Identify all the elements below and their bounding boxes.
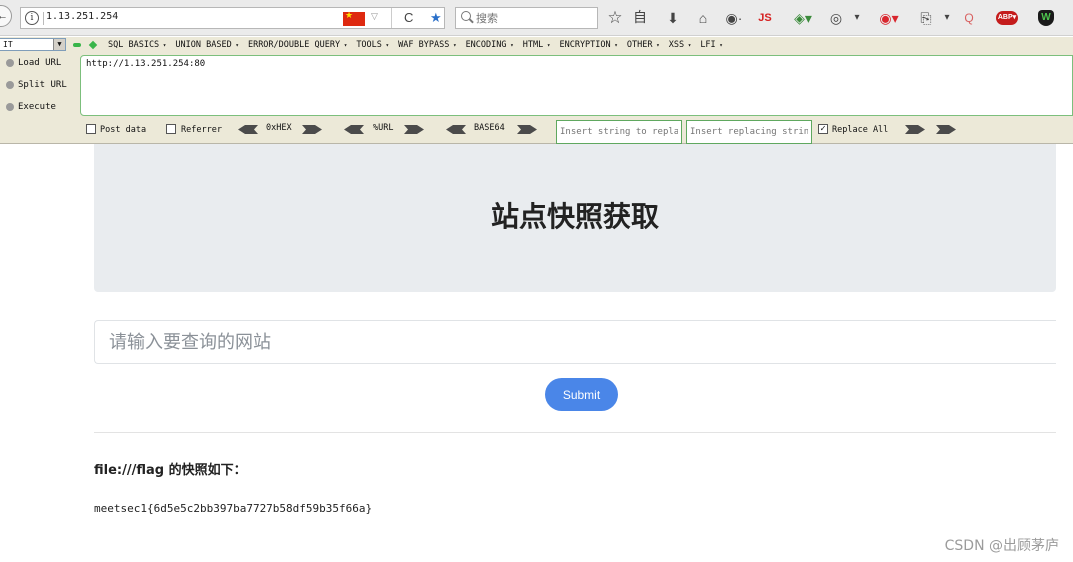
menu-xss[interactable]: XSS: [669, 37, 692, 54]
split-url-button[interactable]: Split URL: [6, 78, 67, 92]
referrer-label: Referrer: [181, 125, 222, 135]
download-icon[interactable]: ⬇: [665, 9, 681, 27]
search-icon: [461, 11, 471, 21]
back-icon[interactable]: ←: [0, 5, 12, 27]
url-encode-label: %URL: [373, 123, 394, 133]
hackbar-menu-items: SQL BASICS UNION BASED ERROR/DOUBLE QUER…: [108, 37, 723, 54]
replace-all-label: Replace All: [832, 125, 889, 135]
menu-other[interactable]: OTHER: [627, 37, 660, 54]
addon-icon[interactable]: ◈▾: [789, 9, 817, 27]
hackbar-panel: IT ▼ SQL BASICS UNION BASED ERROR/DOUBLE…: [0, 37, 1073, 144]
referrer-checkbox[interactable]: [166, 124, 176, 134]
result-heading: file:///flag 的快照如下：: [94, 463, 247, 478]
post-data-checkbox[interactable]: [86, 124, 96, 134]
dropdown-icon[interactable]: ▾: [852, 9, 862, 27]
menu-lfi[interactable]: LFI: [700, 37, 723, 54]
load-url-icon: [6, 59, 14, 67]
bookmark-star-icon[interactable]: ★: [430, 10, 442, 26]
menu-error-double-query[interactable]: ERROR/DOUBLE QUERY: [248, 37, 347, 54]
hackbar-options: Post data Referrer 0xHEX %URL BASE64 ✓ R…: [0, 120, 1073, 144]
header-panel: 站点快照获取: [94, 144, 1056, 292]
replace-string-input[interactable]: [556, 120, 682, 144]
zoom-icon[interactable]: Q: [962, 9, 976, 27]
page-title: 站点快照获取: [490, 200, 659, 233]
hex-encode-arrow-icon[interactable]: [302, 125, 322, 134]
menu-sql-basics[interactable]: SQL BASICS: [108, 37, 166, 54]
split-url-label: Split URL: [18, 80, 67, 90]
home-icon[interactable]: ⌂: [695, 9, 711, 27]
palette-icon[interactable]: ◎: [828, 9, 844, 27]
dropdown-icon[interactable]: ▾: [942, 9, 952, 27]
browser-toolbar: ← i 1.13.251.254 ▽ C ★ ☆ 自 ⬇ ⌂ ◉· JS ◈▾ …: [0, 0, 1073, 36]
menu-union-based[interactable]: UNION BASED: [175, 37, 239, 54]
chevron-down-icon[interactable]: ▼: [53, 39, 65, 50]
hackbar-menu: IT ▼ SQL BASICS UNION BASED ERROR/DOUBLE…: [0, 37, 1073, 53]
china-flag-icon: [343, 10, 365, 26]
address-bar-divider: [43, 12, 44, 25]
js-icon[interactable]: JS: [756, 9, 774, 27]
result-content: meetsec1{6d5e5c2bb397ba7727b58df59b35f66…: [94, 502, 373, 515]
address-bar[interactable]: i 1.13.251.254 ▽ C: [20, 7, 445, 29]
bookmarks-list-icon[interactable]: 自: [632, 9, 648, 27]
replace-all-checkbox[interactable]: ✓: [818, 124, 828, 134]
base64-label: BASE64: [474, 123, 505, 133]
search-input[interactable]: [476, 10, 591, 26]
fire-icon[interactable]: ◉▾: [876, 9, 902, 27]
execute-icon: [6, 103, 14, 111]
info-icon[interactable]: i: [25, 11, 39, 25]
url-decode-arrow-icon[interactable]: [344, 125, 364, 134]
minus-icon[interactable]: [73, 43, 81, 47]
url-history-dropdown-icon[interactable]: ▽: [371, 11, 378, 22]
post-data-label: Post data: [100, 125, 147, 135]
search-bar[interactable]: [455, 7, 598, 29]
base64-decode-arrow-icon[interactable]: [446, 125, 466, 134]
replace-arrow-icon[interactable]: [905, 125, 925, 134]
globe-icon[interactable]: ◉·: [722, 9, 746, 27]
url-encode-arrow-icon[interactable]: [404, 125, 424, 134]
star-bookmark-icon[interactable]: ☆: [606, 9, 624, 27]
address-url[interactable]: 1.13.251.254: [46, 11, 118, 22]
hackbar-mode-select[interactable]: IT ▼: [0, 38, 66, 51]
menu-waf-bypass[interactable]: WAF BYPASS: [398, 37, 456, 54]
adblock-icon[interactable]: ABP▾: [996, 11, 1018, 25]
submit-button[interactable]: Submit: [545, 378, 618, 411]
hex-label: 0xHEX: [266, 123, 292, 133]
load-url-button[interactable]: Load URL: [6, 56, 62, 70]
shield-icon[interactable]: W: [1038, 10, 1054, 26]
execute-label: Execute: [18, 102, 56, 112]
load-url-label: Load URL: [18, 58, 62, 68]
menu-encryption[interactable]: ENCRYPTION: [559, 37, 617, 54]
menu-html[interactable]: HTML: [523, 37, 551, 54]
site-url-input[interactable]: [94, 320, 1056, 364]
menu-tools[interactable]: TOOLS: [356, 37, 389, 54]
menu-encoding[interactable]: ENCODING: [466, 37, 514, 54]
replace-all-arrow-icon[interactable]: [936, 125, 956, 134]
watermark: CSDN @出顾茅庐: [944, 538, 1059, 554]
clipboard-icon[interactable]: ⎘: [918, 9, 934, 27]
hex-decode-arrow-icon[interactable]: [238, 125, 258, 134]
execute-button[interactable]: Execute: [6, 100, 56, 114]
hackbar-mode-value: IT: [3, 40, 13, 49]
split-url-icon: [6, 81, 14, 89]
plus-icon[interactable]: [88, 40, 98, 50]
replacing-string-input[interactable]: [686, 120, 812, 144]
base64-encode-arrow-icon[interactable]: [517, 125, 537, 134]
hackbar-url-field[interactable]: [80, 55, 1073, 116]
divider: [94, 432, 1056, 433]
